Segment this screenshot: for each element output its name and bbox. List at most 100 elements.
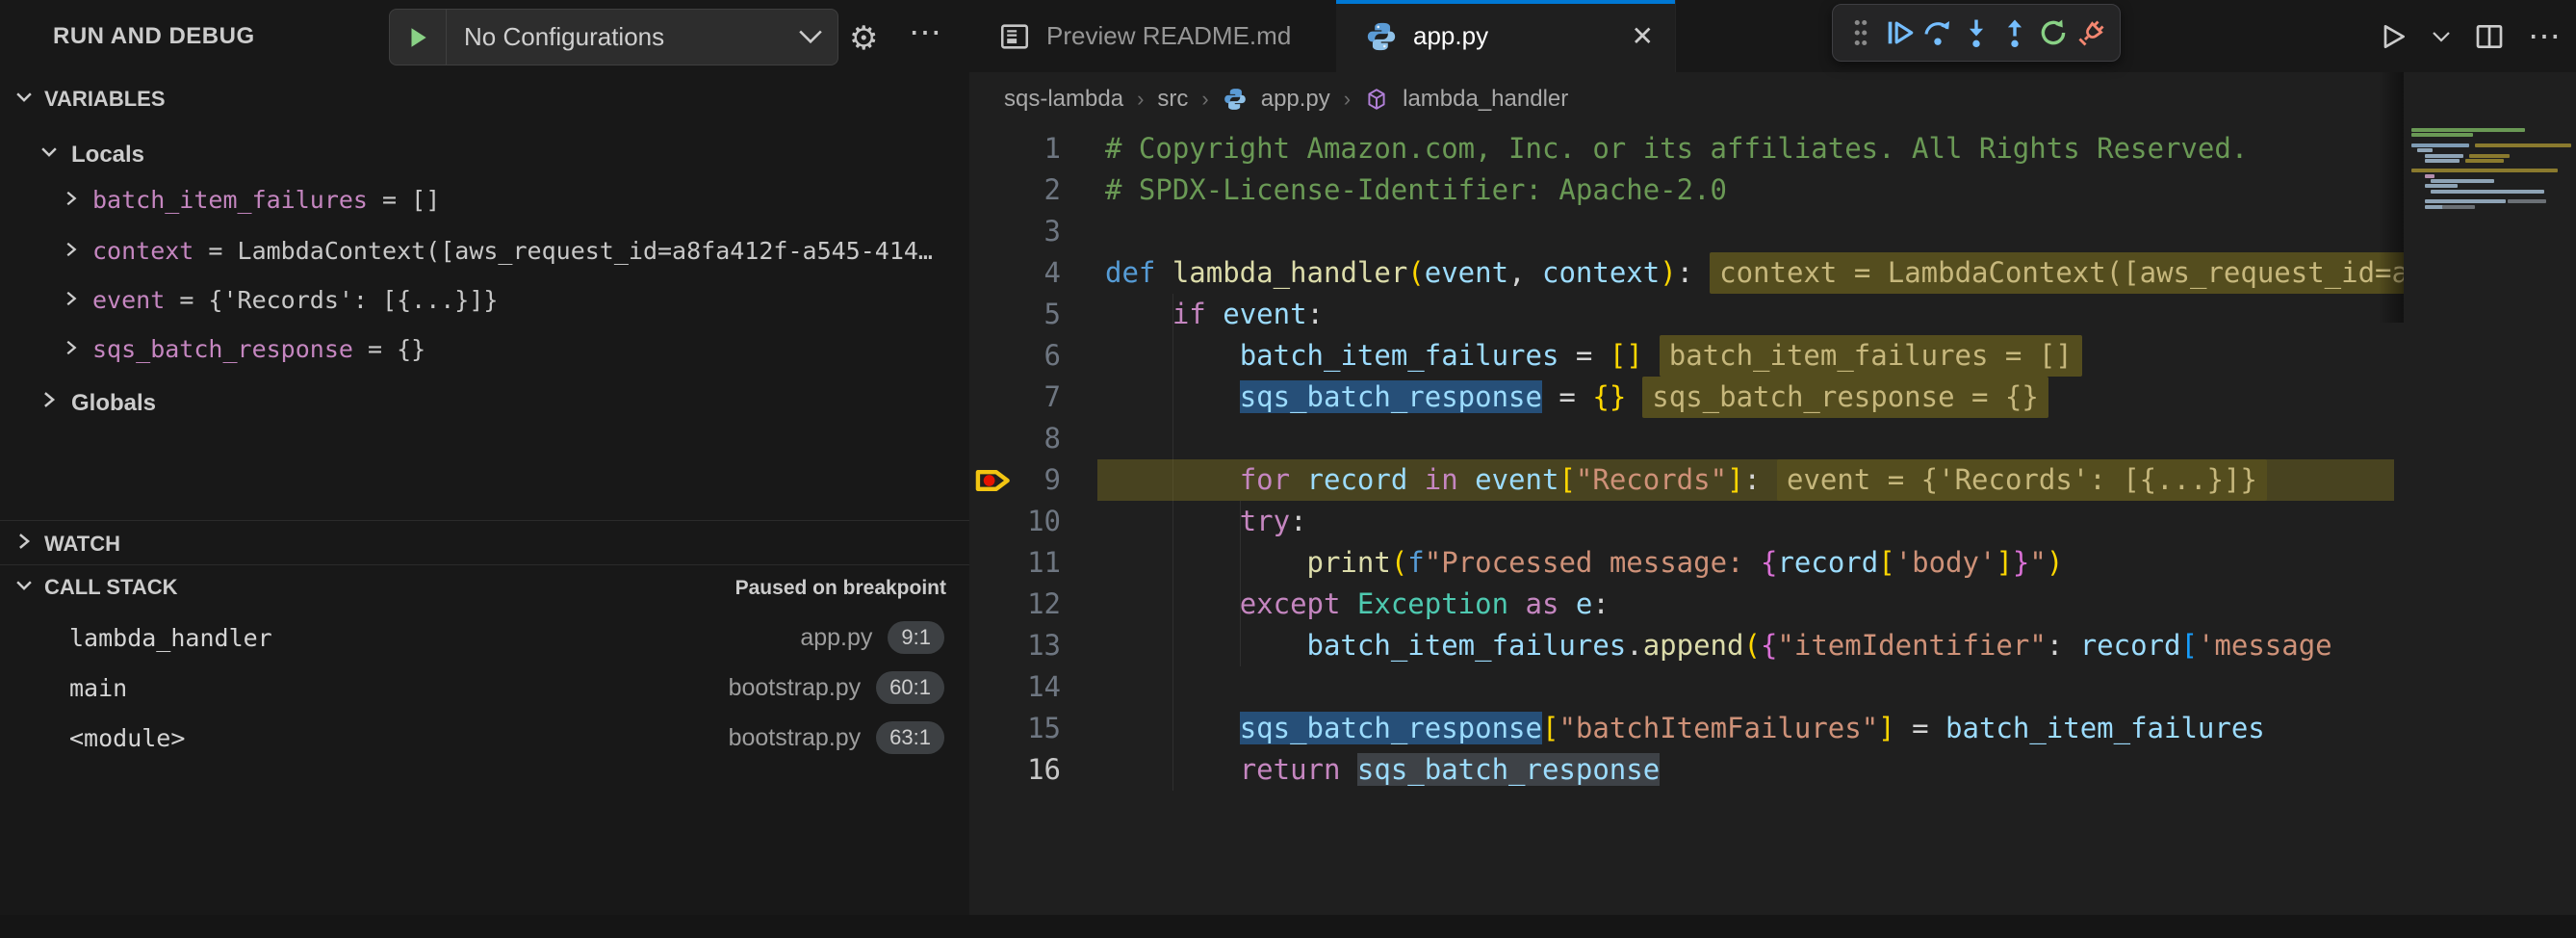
scope-globals[interactable]: Globals xyxy=(39,389,156,417)
code-token: batch_item_failures xyxy=(1240,339,1559,372)
minimap-line xyxy=(2411,128,2525,132)
code-token: . xyxy=(1626,629,1642,662)
run-options-chevron-icon[interactable] xyxy=(2432,30,2451,43)
minimap[interactable] xyxy=(2404,72,2576,915)
code-token xyxy=(1105,463,1240,496)
gear-icon[interactable]: ⚙ xyxy=(849,19,878,58)
code-token: " xyxy=(2029,546,2046,579)
step-over-button[interactable] xyxy=(1919,12,1956,54)
line-number: 16 xyxy=(969,749,1061,791)
minimap-line xyxy=(2411,143,2469,147)
code-token: ( xyxy=(1407,256,1424,289)
code-token: { xyxy=(1761,629,1777,662)
debug-inline-value: event = {'Records': [{...}]} xyxy=(1777,459,2267,501)
tab-app-py[interactable]: app.py ✕ xyxy=(1336,0,1676,72)
code-token: in xyxy=(1407,463,1475,496)
code-token: sqs_batch_response xyxy=(1357,753,1660,786)
chevron-down-icon xyxy=(39,141,60,169)
start-debug-icon[interactable] xyxy=(390,10,447,65)
code-token: f xyxy=(1407,546,1424,579)
code-token: return xyxy=(1240,753,1357,786)
code-token: record xyxy=(2080,629,2181,662)
close-icon[interactable]: ✕ xyxy=(1632,20,1654,52)
minimap-line xyxy=(2425,174,2434,178)
code-token: context xyxy=(1542,256,1660,289)
code-token: ) xyxy=(2047,546,2063,579)
line-number: 8 xyxy=(969,418,1061,459)
breadcrumb-folder[interactable]: src xyxy=(1157,86,1188,113)
variable-context[interactable]: context = LambdaContext([aws_request_id=… xyxy=(62,237,1015,265)
minimap-line xyxy=(2425,184,2458,188)
code-token: 'body' xyxy=(1895,546,1996,579)
call-stack-section-header[interactable]: CALL STACK xyxy=(13,574,178,601)
breadcrumb-folder[interactable]: sqs-lambda xyxy=(1004,86,1123,113)
code-token xyxy=(1105,339,1240,372)
code-token: [ xyxy=(1558,463,1575,496)
more-actions-icon[interactable]: ⋯ xyxy=(909,13,941,52)
breadcrumb: sqs-lambda › src › app.py › lambda_handl… xyxy=(1004,72,1568,126)
code-token: : xyxy=(1290,505,1306,537)
tab-preview-readme[interactable]: Preview README.md xyxy=(969,0,1337,72)
minimap-line xyxy=(2411,133,2473,137)
breadcrumb-file[interactable]: app.py xyxy=(1261,86,1330,113)
line-col-badge: 60:1 xyxy=(876,671,944,704)
variable-sqs_batch_response[interactable]: sqs_batch_response = {} xyxy=(62,335,1015,363)
code-token: : xyxy=(2047,629,2080,662)
code-editor[interactable]: sqs-lambda › src › app.py › lambda_handl… xyxy=(969,72,2576,915)
stack-frame-main[interactable]: main bootstrap.py 60:1 xyxy=(0,664,969,711)
chevron-right-icon xyxy=(62,286,81,314)
scope-locals[interactable]: Locals xyxy=(39,141,144,169)
stack-frame-lambda_handler[interactable]: lambda_handler app.py 9:1 xyxy=(0,614,969,661)
code-token: e xyxy=(1576,587,1592,620)
code-line: # Copyright Amazon.com, Inc. or its affi… xyxy=(1105,128,2248,169)
line-number: 12 xyxy=(969,584,1061,625)
code-token: : xyxy=(1677,256,1693,289)
step-out-button[interactable] xyxy=(1996,12,2033,54)
stack-frame-module[interactable]: <module> bootstrap.py 63:1 xyxy=(0,715,969,761)
step-into-button[interactable] xyxy=(1958,12,1995,54)
chevron-right-icon xyxy=(62,335,81,363)
code-token xyxy=(1105,629,1307,662)
code-line: sqs_batch_response["batchItemFailures"] … xyxy=(1105,708,2265,749)
variables-section-header[interactable]: VARIABLES xyxy=(13,86,166,113)
line-number: 5 xyxy=(969,294,1061,335)
minimap-line xyxy=(2417,148,2433,152)
chevron-right-icon xyxy=(62,237,81,265)
minimap-line xyxy=(2411,169,2558,172)
debug-config-dropdown[interactable]: No Configurations xyxy=(389,9,838,65)
code-token: ] xyxy=(1996,546,2012,579)
chevron-down-icon xyxy=(13,574,35,601)
code-token xyxy=(1105,712,1240,744)
minimap-highlight xyxy=(2442,205,2475,209)
code-token: except xyxy=(1240,587,1357,620)
more-actions-icon[interactable]: ⋯ xyxy=(2528,17,2563,56)
minimap-line xyxy=(2425,199,2506,203)
variable-batch_item_failures[interactable]: batch_item_failures = [] xyxy=(62,186,1015,214)
line-number: 13 xyxy=(969,625,1061,666)
code-token: = xyxy=(1895,712,1945,744)
code-area[interactable]: 1# Copyright Amazon.com, Inc. or its aff… xyxy=(969,128,2576,915)
watch-section-header[interactable]: WATCH xyxy=(13,531,120,558)
chevron-right-icon: › xyxy=(1201,87,1208,112)
code-token xyxy=(1105,587,1240,620)
code-token: try xyxy=(1240,505,1290,537)
drag-handle[interactable] xyxy=(1842,12,1879,54)
chevron-down-icon xyxy=(13,86,35,113)
restart-button[interactable] xyxy=(2035,12,2072,54)
line-number: 15 xyxy=(969,708,1061,749)
variable-event[interactable]: event = {'Records': [{...}]} xyxy=(62,286,1015,314)
minimap-highlight xyxy=(2465,159,2504,163)
code-token: {} xyxy=(1592,380,1626,413)
continue-button[interactable] xyxy=(1881,12,1918,54)
breadcrumb-symbol[interactable]: lambda_handler xyxy=(1403,86,1568,113)
code-token: } xyxy=(2013,546,2029,579)
code-token: # Copyright Amazon.com, Inc. or its affi… xyxy=(1105,132,2248,165)
code-token: 'message xyxy=(2198,629,2332,662)
code-token: [ xyxy=(1878,546,1894,579)
code-token: if xyxy=(1172,298,1223,330)
chevron-right-icon: › xyxy=(1137,87,1144,112)
split-editor-button[interactable] xyxy=(2474,21,2505,52)
disconnect-button[interactable] xyxy=(2074,12,2110,54)
line-col-badge: 9:1 xyxy=(888,621,944,654)
run-python-file-button[interactable] xyxy=(2378,21,2409,52)
